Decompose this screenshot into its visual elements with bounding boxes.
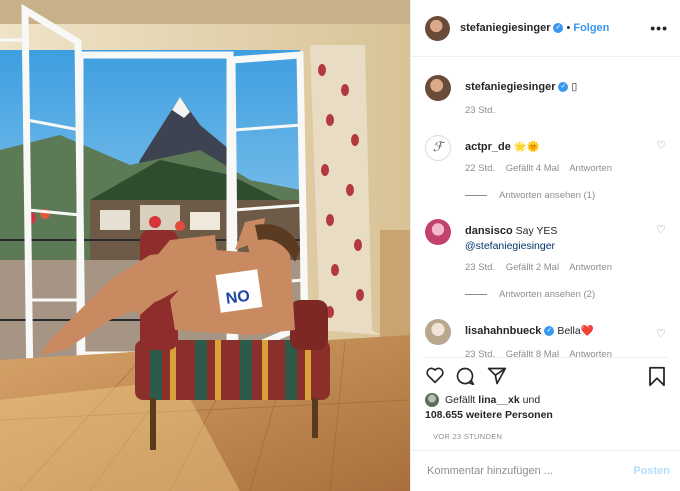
comment-username[interactable]: lisahahnbueck: [465, 325, 541, 337]
reply-button[interactable]: Antworten: [569, 262, 612, 273]
verified-badge-icon: ✓: [544, 326, 555, 337]
more-options-icon[interactable]: •••: [650, 20, 668, 36]
save-bookmark-icon[interactable]: [648, 366, 666, 387]
comment-likes[interactable]: Gefällt 2 Mal: [506, 262, 559, 273]
post-header: stefaniegiesinger ✓ • Folgen •••: [411, 0, 680, 57]
like-heart-icon[interactable]: [425, 366, 445, 384]
comment-likes[interactable]: Gefällt 8 Mal: [506, 349, 559, 357]
comment-text: Say YES: [515, 225, 558, 237]
view-replies-button[interactable]: Antworten ansehen (1): [465, 190, 595, 201]
verified-badge-icon: ✓: [553, 23, 564, 33]
liker-avatar[interactable]: [425, 393, 439, 408]
comment-username[interactable]: actpr_de: [465, 141, 511, 153]
comment-likes[interactable]: Gefällt 4 Mal: [506, 163, 559, 174]
view-replies-button[interactable]: Antworten ansehen (2): [465, 289, 595, 300]
comments-list[interactable]: stefaniegiesinger ✓ ▯ 23 Std. ℱ actpr_de …: [411, 57, 680, 357]
caption-text: ▯: [571, 81, 578, 93]
likes-count[interactable]: 108.655 weitere Personen: [425, 409, 553, 421]
like-comment-heart-icon[interactable]: ♡: [656, 139, 666, 152]
caption-avatar[interactable]: [425, 75, 451, 101]
comment-input[interactable]: [425, 464, 634, 478]
action-bar: [423, 357, 668, 388]
comment-time[interactable]: 22 Std.: [465, 163, 495, 174]
comment-username[interactable]: dansisco: [465, 225, 513, 237]
commenter-avatar[interactable]: [425, 319, 451, 345]
replies-divider: [465, 194, 487, 196]
separator-dot: •: [566, 22, 571, 34]
post-comment-button[interactable]: Posten: [633, 465, 670, 477]
instagram-post: NO stefaniegiesinger ✓ • Folgen ••• stef…: [0, 0, 680, 491]
reply-button[interactable]: Antworten: [569, 163, 612, 174]
like-comment-heart-icon[interactable]: ♡: [656, 327, 666, 340]
comment-time[interactable]: 23 Std.: [465, 262, 495, 273]
caption-username[interactable]: stefaniegiesinger: [465, 81, 555, 93]
liker-username[interactable]: lina__xk: [478, 394, 519, 406]
comment-composer: Posten: [411, 450, 680, 491]
post-photo[interactable]: NO: [0, 0, 410, 491]
post-side-panel: stefaniegiesinger ✓ • Folgen ••• stefani…: [410, 0, 680, 491]
follow-button[interactable]: Folgen: [573, 22, 609, 34]
author-username[interactable]: stefaniegiesinger: [460, 22, 550, 34]
reply-button[interactable]: Antworten: [569, 349, 612, 357]
like-comment-heart-icon[interactable]: ♡: [656, 223, 666, 236]
comment-text: 🌟🌞: [513, 141, 540, 153]
comment-time[interactable]: 23 Std.: [465, 349, 495, 357]
commenter-avatar[interactable]: [425, 219, 451, 245]
photo-sign-text: NO: [225, 288, 251, 308]
verified-badge-icon: ✓: [558, 82, 569, 93]
comment-bubble-icon[interactable]: [455, 366, 475, 386]
author-avatar[interactable]: [425, 15, 450, 41]
likes-summary: Gefällt lina__xk und 108.655 weitere Per…: [425, 393, 553, 421]
commenter-avatar[interactable]: ℱ: [425, 135, 451, 161]
replies-divider: [465, 293, 487, 295]
share-paper-plane-icon[interactable]: [487, 366, 507, 386]
comment-text: Bella❤️: [557, 325, 594, 337]
comment-mention-link[interactable]: @stefaniegiesinger: [465, 240, 555, 252]
photo-illustration: NO: [0, 0, 410, 491]
caption-time[interactable]: 23 Std.: [465, 105, 495, 116]
post-timestamp[interactable]: VOR 23 STUNDEN: [433, 432, 502, 441]
